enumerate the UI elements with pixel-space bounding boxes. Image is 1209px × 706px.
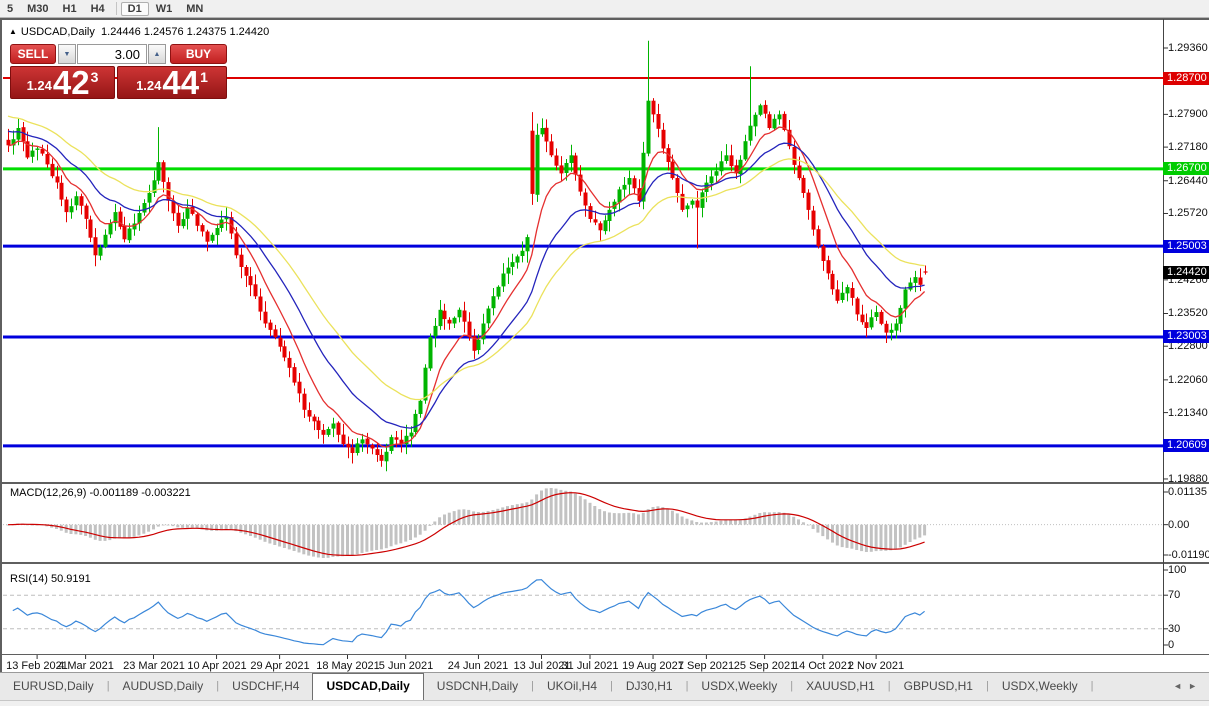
price-axis-label: 1.27900 [1168, 108, 1208, 120]
buy-button[interactable]: BUY [170, 44, 227, 64]
price-axis-label: 1.26440 [1168, 175, 1208, 187]
tab-audusd-daily[interactable]: AUDUSD,Daily [110, 673, 217, 700]
chevron-down-icon: ▼ [64, 51, 71, 58]
chart-canvas[interactable] [0, 0, 1209, 706]
macd-scale-label: 0.00 [1168, 519, 1189, 531]
rsi-scale-label: 100 [1168, 564, 1186, 576]
price-axis-label: 1.19880 [1168, 473, 1208, 485]
date-label: 10 Apr 2021 [187, 660, 246, 672]
price-badge-1.25003: 1.25003 [1163, 240, 1209, 253]
price-axis-label: 1.29360 [1168, 42, 1208, 54]
tab-xauusd-h1[interactable]: XAUUSD,H1 [793, 673, 888, 700]
chart-ohlc: 1.24446 1.24576 1.24375 1.24420 [101, 26, 269, 38]
tab-dj30-h1[interactable]: DJ30,H1 [613, 673, 686, 700]
buy-price-big: 44 [162, 70, 199, 96]
price-badge-1.28700: 1.28700 [1163, 72, 1209, 85]
date-label: 19 Aug 2021 [622, 660, 684, 672]
tab-separator: | [1091, 673, 1094, 700]
status-strip [0, 700, 1209, 706]
date-label: 14 Oct 2021 [793, 660, 853, 672]
date-label: 29 Apr 2021 [250, 660, 309, 672]
date-label: 23 Mar 2021 [123, 660, 185, 672]
chart-tab-bar: EURUSD,Daily|AUDUSD,Daily|USDCHF,H4USDCA… [0, 672, 1209, 700]
date-label: 24 Jun 2021 [448, 660, 509, 672]
price-axis-label: 1.21340 [1168, 407, 1208, 419]
date-label: 2 Nov 2021 [848, 660, 904, 672]
rsi-indicator-label: RSI(14) 50.9191 [10, 573, 91, 585]
rsi-scale-label: 30 [1168, 623, 1180, 635]
date-label: 31 Jul 2021 [562, 660, 619, 672]
price-axis-label: 1.23520 [1168, 307, 1208, 319]
buy-price-box[interactable]: 1.24 44 1 [117, 66, 227, 99]
volume-decrease-button[interactable]: ▼ [58, 44, 76, 64]
volume-increase-button[interactable]: ▲ [148, 44, 166, 64]
tab-usdx-weekly[interactable]: USDX,Weekly [688, 673, 790, 700]
chart-title: ▲ USDCAD,Daily 1.24446 1.24576 1.24375 1.… [9, 26, 269, 38]
sell-price-prefix: 1.24 [27, 78, 52, 93]
chart-symbol: USDCAD,Daily [21, 26, 95, 38]
tab-scroll-left-icon[interactable]: ◄ [1173, 681, 1188, 691]
sell-price-big: 42 [53, 70, 90, 96]
price-badge-1.23003: 1.23003 [1163, 330, 1209, 343]
date-label: 18 May 2021 [316, 660, 380, 672]
tab-usdcnh-daily[interactable]: USDCNH,Daily [424, 673, 531, 700]
tab-usdx-weekly[interactable]: USDX,Weekly [989, 673, 1091, 700]
date-label: 5 Jun 2021 [379, 660, 433, 672]
price-axis-label: 1.27180 [1168, 141, 1208, 153]
date-label: 7 Sep 2021 [678, 660, 734, 672]
date-label: 4 Mar 2021 [58, 660, 114, 672]
rsi-scale-label: 0 [1168, 639, 1174, 651]
tab-usdchf-h4[interactable]: USDCHF,H4 [219, 673, 312, 700]
price-axis-label: 1.25720 [1168, 207, 1208, 219]
tab-gbpusd-h1[interactable]: GBPUSD,H1 [891, 673, 986, 700]
tab-scroll-right-icon[interactable]: ► [1188, 681, 1203, 691]
tab-eurusd-daily[interactable]: EURUSD,Daily [0, 673, 107, 700]
sell-price-sup: 3 [91, 69, 99, 85]
price-axis-label: 1.22060 [1168, 374, 1208, 386]
tab-scroll-arrows: ◄► [1173, 681, 1203, 691]
tab-usdcad-daily[interactable]: USDCAD,Daily [312, 673, 423, 700]
macd-scale-label: -0.011904 [1168, 549, 1209, 561]
mt4-terminal: 5M30H1H4D1W1MN ▲USDCAD,Daily 1.24446 1.2… [0, 0, 1209, 706]
price-badge-1.26700: 1.26700 [1163, 162, 1209, 175]
collapse-triangle-icon[interactable]: ▲ [9, 27, 17, 36]
rsi-scale-label: 70 [1168, 589, 1180, 601]
tab-ukoil-h4[interactable]: UKOil,H4 [534, 673, 610, 700]
price-badge-1.24420: 1.24420 [1163, 266, 1209, 279]
chart-background [0, 18, 1209, 706]
price-badge-1.20609: 1.20609 [1163, 439, 1209, 452]
macd-scale-label: 0.01135 [1168, 486, 1207, 498]
macd-indicator-label: MACD(12,26,9) -0.001189 -0.003221 [10, 487, 191, 499]
volume-input[interactable] [77, 44, 147, 64]
sell-button[interactable]: SELL [10, 44, 56, 64]
buy-price-prefix: 1.24 [136, 78, 161, 93]
chevron-up-icon: ▲ [154, 51, 161, 58]
buy-price-sup: 1 [200, 69, 208, 85]
sell-price-box[interactable]: 1.24 42 3 [10, 66, 115, 99]
date-label: 25 Sep 2021 [734, 660, 796, 672]
